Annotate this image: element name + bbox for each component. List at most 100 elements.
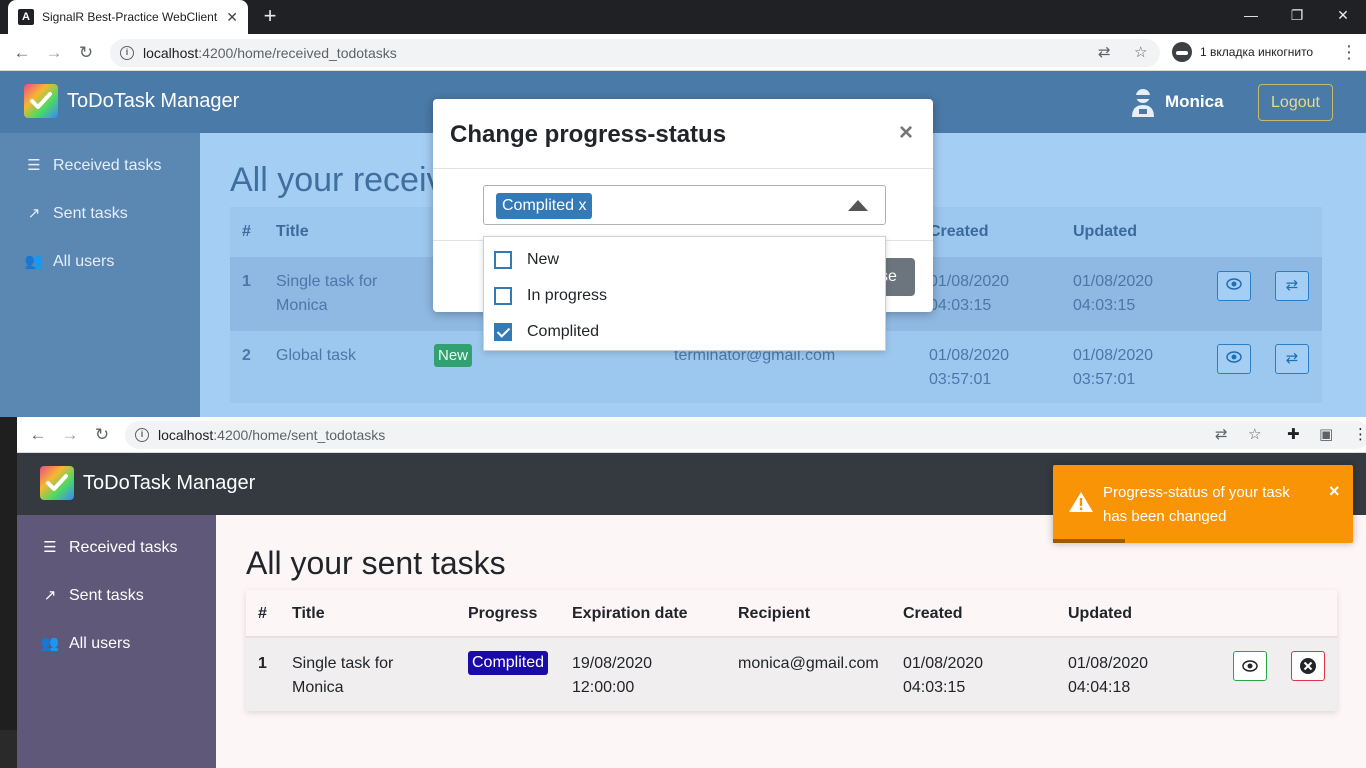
cell-created: 01/08/2020 xyxy=(929,273,1010,290)
eye-icon xyxy=(1226,351,1242,363)
option-label: In progress xyxy=(527,287,608,304)
incognito-label: 1 вкладка инкогнито xyxy=(1200,45,1314,59)
cell-updated: 03:57:01 xyxy=(1073,371,1136,388)
user-avatar-icon xyxy=(1130,87,1156,117)
col-created: Created xyxy=(929,223,989,240)
back-icon[interactable]: ← xyxy=(25,422,51,448)
user-info: Monica xyxy=(1130,87,1224,117)
col-title: Title xyxy=(276,223,309,240)
checkbox-checked-icon[interactable] xyxy=(494,323,512,341)
toast-progress-bar xyxy=(1053,539,1125,543)
selected-status-chip[interactable]: Complited x xyxy=(496,193,593,219)
delete-button[interactable] xyxy=(1291,651,1325,681)
cell-title: Monica xyxy=(276,297,328,314)
checkbox-icon[interactable] xyxy=(494,251,512,269)
option-complited[interactable]: Complited xyxy=(494,323,599,341)
tab-title: SignalR Best-Practice WebClient xyxy=(42,10,218,24)
browser-tabbar: A SignalR Best-Practice WebClient ✕ + — … xyxy=(0,0,1366,34)
task-list-icon: ☰ xyxy=(43,539,57,556)
page-title: All your sent tasks xyxy=(246,545,506,581)
bookmark-star-icon[interactable]: ☆ xyxy=(1248,421,1261,449)
url-path: :4200/home/sent_todotasks xyxy=(213,427,386,443)
status-multiselect[interactable]: Complited x xyxy=(483,185,886,225)
sidebar-item-received-tasks[interactable]: ☰ Received tasks xyxy=(24,157,162,175)
browser-toolbar: ← → ↻ i localhost:4200/home/received_tod… xyxy=(0,34,1366,71)
sidebar-item-label: Received tasks xyxy=(69,539,178,556)
toast-close-icon[interactable]: × xyxy=(1329,481,1340,502)
address-bar[interactable]: i localhost:4200/home/received_todotasks… xyxy=(110,39,1160,67)
window-close-icon[interactable]: ✕ xyxy=(1320,0,1366,30)
sidebar-item-received-tasks[interactable]: ☰ Received tasks xyxy=(40,539,178,557)
cell-expiration: 12:00:00 xyxy=(572,679,635,696)
site-info-icon[interactable]: i xyxy=(135,428,149,442)
view-button[interactable] xyxy=(1233,651,1267,681)
cell-created: 04:03:15 xyxy=(929,297,992,314)
sidebar-item-all-users[interactable]: 👥 All users xyxy=(24,253,115,271)
translate-icon[interactable]: ⇄ xyxy=(1098,39,1111,67)
cell-title: Monica xyxy=(292,679,344,696)
modal-close-icon[interactable]: × xyxy=(899,119,913,147)
forward-icon[interactable]: → xyxy=(41,40,67,66)
status-badge: Complited xyxy=(468,651,549,675)
sent-tasks-table: # Title Progress Expiration date Recipie… xyxy=(246,590,1337,711)
view-button[interactable] xyxy=(1217,271,1251,301)
option-new[interactable]: New xyxy=(494,251,559,269)
incognito-indicator[interactable]: 1 вкладка инкогнито xyxy=(1168,38,1323,66)
sidebar-item-all-users[interactable]: 👥 All users xyxy=(40,635,131,653)
browser-tab[interactable]: A SignalR Best-Practice WebClient ✕ xyxy=(8,0,248,34)
sidebar-item-label: Received tasks xyxy=(53,157,162,174)
browser-menu-icon[interactable]: ⋮ xyxy=(1340,38,1358,66)
restore-icon[interactable]: ❐ xyxy=(1274,0,1320,30)
cell-title: Single task for xyxy=(276,273,378,290)
users-icon: 👥 xyxy=(40,635,60,652)
caret-up-icon[interactable] xyxy=(848,200,868,211)
modal-title: Change progress-status xyxy=(450,121,727,148)
table-row: 1 Single task for Monica Complited 19/08… xyxy=(246,638,1337,711)
cell-recipient: monica@gmail.com xyxy=(738,655,879,672)
reload-icon[interactable]: ↻ xyxy=(73,40,99,66)
sidebar-item-sent-tasks[interactable]: ↗ Sent tasks xyxy=(40,587,144,605)
url-host: localhost xyxy=(158,427,214,443)
address-bar[interactable]: i localhost:4200/home/sent_todotasks ⇄ ☆… xyxy=(125,421,1366,449)
url-path: :4200/home/received_todotasks xyxy=(198,45,397,61)
reload-icon[interactable]: ↻ xyxy=(89,422,115,448)
browser-toolbar: ← → ↻ i localhost:4200/home/sent_todotas… xyxy=(17,417,1366,453)
extensions-icon[interactable]: ✚ xyxy=(1287,421,1300,449)
share-icon: ↗ xyxy=(27,205,41,222)
page-title: All your receiv xyxy=(230,161,444,199)
status-dropdown: New In progress Complited xyxy=(483,236,886,351)
status-badge: New xyxy=(434,344,473,367)
exchange-icon: ⇄ xyxy=(1285,350,1299,367)
option-in-progress[interactable]: In progress xyxy=(494,287,607,305)
logout-button[interactable]: Logout xyxy=(1258,84,1333,121)
cell-created: 01/08/2020 xyxy=(903,655,984,672)
app-brand[interactable]: ToDoTask Manager xyxy=(83,472,255,495)
col-updated: Updated xyxy=(1068,605,1132,622)
angular-favicon-icon: A xyxy=(18,9,34,25)
cell-created: 04:03:15 xyxy=(903,679,966,696)
browser-menu-icon[interactable]: ⋮ xyxy=(1353,421,1366,449)
site-info-icon[interactable]: i xyxy=(120,46,134,60)
minimize-icon[interactable]: — xyxy=(1228,0,1274,30)
translate-icon[interactable]: ⇄ xyxy=(1215,421,1228,449)
change-status-button[interactable]: ⇄ xyxy=(1275,271,1309,301)
col-progress: Progress xyxy=(468,605,538,622)
share-icon: ↗ xyxy=(43,587,57,604)
col-recipient: Recipient xyxy=(738,605,811,622)
toast-notification[interactable]: Progress-status of your task has been ch… xyxy=(1053,465,1353,543)
image-extension-icon[interactable]: ▣ xyxy=(1319,421,1333,449)
checkbox-icon[interactable] xyxy=(494,287,512,305)
cell-updated: 04:04:18 xyxy=(1068,679,1131,696)
bookmark-star-icon[interactable]: ☆ xyxy=(1134,39,1147,67)
view-button[interactable] xyxy=(1217,344,1251,374)
new-tab-icon[interactable]: + xyxy=(258,4,282,28)
cell-updated: 01/08/2020 xyxy=(1073,273,1154,290)
sidebar-item-sent-tasks[interactable]: ↗ Sent tasks xyxy=(24,205,128,223)
app-brand[interactable]: ToDoTask Manager xyxy=(67,90,239,113)
back-icon[interactable]: ← xyxy=(9,40,35,66)
tab-close-icon[interactable]: ✕ xyxy=(226,9,238,26)
cell-title: Single task for xyxy=(292,655,394,672)
col-updated: Updated xyxy=(1073,223,1137,240)
change-status-button[interactable]: ⇄ xyxy=(1275,344,1309,374)
forward-icon[interactable]: → xyxy=(57,422,83,448)
